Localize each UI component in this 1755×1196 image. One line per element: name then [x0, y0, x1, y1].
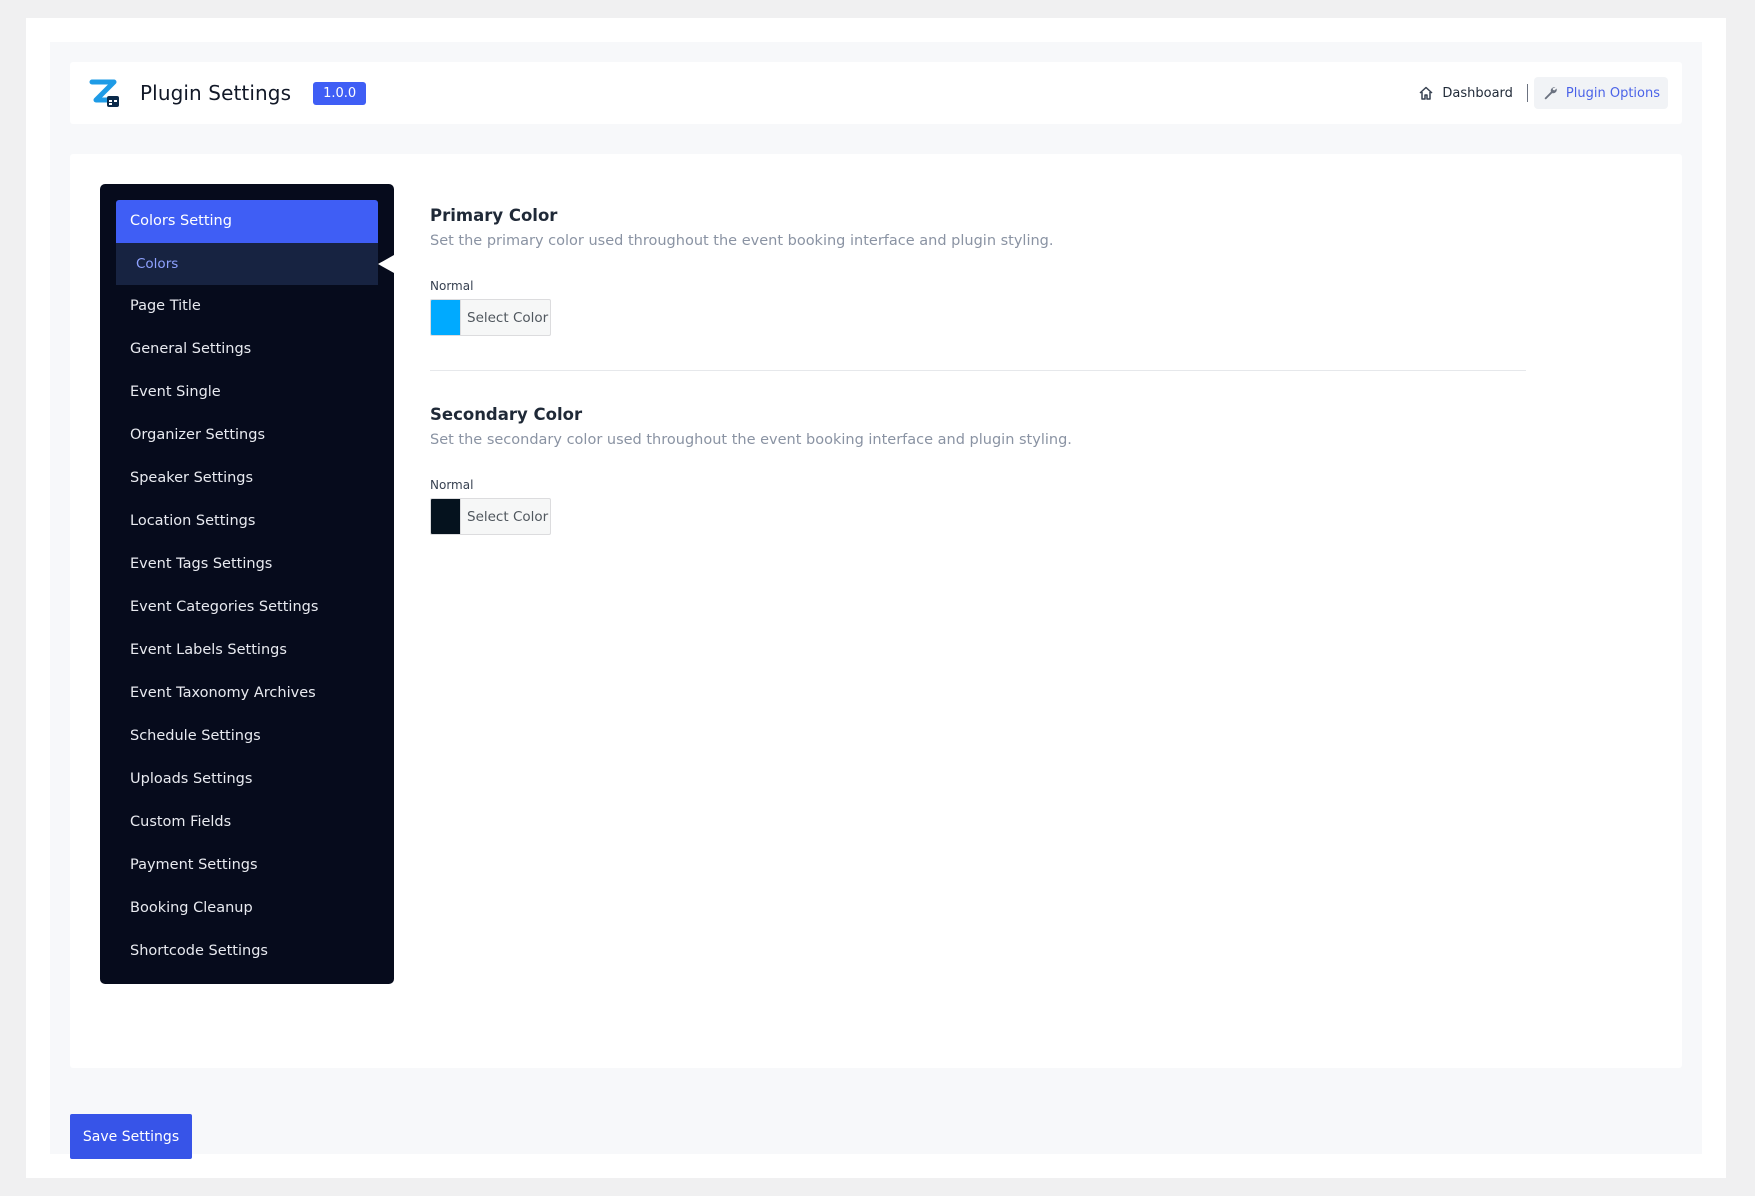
- field-label: Normal: [430, 478, 474, 492]
- select-color-button[interactable]: Select Color: [460, 300, 548, 335]
- sidebar-item-payment-settings[interactable]: Payment Settings: [116, 844, 378, 887]
- color-swatch[interactable]: [431, 499, 460, 534]
- sidebar-item-uploads-settings[interactable]: Uploads Settings: [116, 758, 378, 801]
- secondary-color-section: Secondary Color Set the secondary color …: [430, 405, 1530, 535]
- section-title: Primary Color: [430, 206, 558, 225]
- plugin-logo-icon: [88, 76, 122, 110]
- header-bar: Plugin Settings 1.0.0 Dashboard Plugin O…: [70, 62, 1682, 124]
- active-pointer: [378, 255, 394, 273]
- primary-color-picker[interactable]: Select Color: [430, 299, 551, 336]
- nav-divider: [1526, 84, 1528, 102]
- sidebar-item-speaker-settings[interactable]: Speaker Settings: [116, 457, 378, 500]
- section-divider: [430, 370, 1526, 371]
- field-label: Normal: [430, 279, 474, 293]
- sidebar-item-organizer-settings[interactable]: Organizer Settings: [116, 414, 378, 457]
- sidebar-item-event-labels-settings[interactable]: Event Labels Settings: [116, 629, 378, 672]
- primary-color-section: Primary Color Set the primary color used…: [430, 206, 1530, 336]
- sidebar-subitem-label: Colors: [136, 256, 179, 272]
- save-settings-button[interactable]: Save Settings: [70, 1114, 192, 1159]
- settings-wrapper: Plugin Settings 1.0.0 Dashboard Plugin O…: [50, 42, 1702, 1159]
- sidebar-item-event-categories-settings[interactable]: Event Categories Settings: [116, 586, 378, 629]
- home-icon: [1418, 85, 1434, 101]
- wrench-icon: [1542, 85, 1558, 101]
- sidebar-item-shortcode-settings[interactable]: Shortcode Settings: [116, 930, 378, 973]
- section-description: Set the primary color used throughout th…: [430, 233, 1054, 249]
- sidebar-item-booking-cleanup[interactable]: Booking Cleanup: [116, 887, 378, 930]
- sidebar-item-page-title[interactable]: Page Title: [116, 285, 378, 328]
- sidebar-item-event-single[interactable]: Event Single: [116, 371, 378, 414]
- plugin-options-link[interactable]: Plugin Options: [1533, 77, 1668, 109]
- version-badge: 1.0.0: [313, 81, 367, 105]
- sidebar-item-event-taxonomy-archives[interactable]: Event Taxonomy Archives: [116, 672, 378, 715]
- header-nav: Dashboard Plugin Options: [1410, 77, 1668, 109]
- secondary-color-picker[interactable]: Select Color: [430, 498, 551, 535]
- sidebar-item-event-tags-settings[interactable]: Event Tags Settings: [116, 543, 378, 586]
- sidebar-subitem-colors[interactable]: Colors: [116, 243, 394, 285]
- dashboard-link[interactable]: Dashboard: [1410, 77, 1521, 109]
- settings-sidebar: Colors Setting Colors Page Title General…: [100, 184, 394, 984]
- section-title: Secondary Color: [430, 405, 583, 424]
- sidebar-item-schedule-settings[interactable]: Schedule Settings: [116, 715, 378, 758]
- settings-content: Primary Color Set the primary color used…: [430, 206, 1530, 535]
- page-frame: Plugin Settings 1.0.0 Dashboard Plugin O…: [26, 18, 1726, 1178]
- page-title: Plugin Settings: [140, 81, 292, 105]
- plugin-options-label: Plugin Options: [1565, 85, 1660, 101]
- select-color-button[interactable]: Select Color: [460, 499, 548, 534]
- sidebar-group-colors-setting[interactable]: Colors Setting: [116, 200, 378, 243]
- dashboard-label: Dashboard: [1442, 85, 1513, 101]
- settings-card: Colors Setting Colors Page Title General…: [70, 154, 1682, 1068]
- sidebar-item-location-settings[interactable]: Location Settings: [116, 500, 378, 543]
- section-description: Set the secondary color used throughout …: [430, 432, 1072, 448]
- sidebar-item-custom-fields[interactable]: Custom Fields: [116, 801, 378, 844]
- color-swatch[interactable]: [431, 300, 460, 335]
- sidebar-item-general-settings[interactable]: General Settings: [116, 328, 378, 371]
